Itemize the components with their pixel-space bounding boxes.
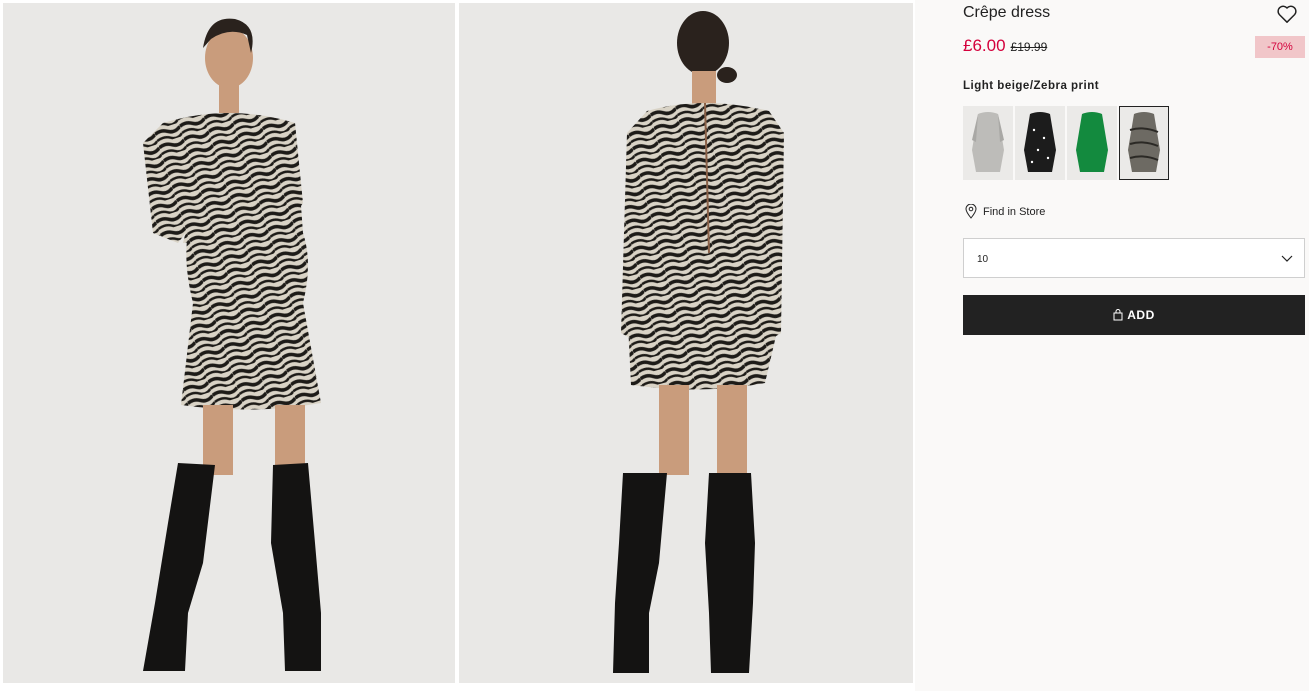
location-pin-icon	[965, 204, 977, 219]
sale-price: £6.00	[963, 36, 1006, 55]
selected-size: 10	[977, 254, 989, 265]
add-button-label: ADD	[1127, 308, 1155, 322]
size-dropdown[interactable]: 10	[963, 238, 1305, 278]
original-price: £19.99	[1010, 40, 1048, 54]
swatch-zebra-print[interactable]	[1119, 106, 1169, 180]
color-swatches	[963, 106, 1169, 180]
product-title: Crêpe dress	[963, 4, 1051, 21]
chevron-down-icon	[1281, 255, 1293, 262]
swatch-green[interactable]	[1067, 106, 1117, 180]
bag-icon	[1113, 309, 1123, 321]
color-name: Light beige/Zebra print	[963, 80, 1100, 92]
swatch-black-dot[interactable]	[1015, 106, 1065, 180]
swatch-light-grey-print[interactable]	[963, 106, 1013, 180]
product-image-back[interactable]	[459, 3, 913, 683]
heart-icon[interactable]	[1276, 4, 1298, 24]
discount-badge: -70%	[1255, 36, 1305, 58]
product-info-panel: Crêpe dress £6.00 £19.99 -70% Light beig…	[963, 0, 1305, 691]
find-in-store-label: Find in Store	[983, 205, 1046, 218]
add-to-bag-button[interactable]: ADD	[963, 295, 1305, 335]
find-in-store-link[interactable]: Find in Store	[965, 204, 1045, 219]
price-row: £6.00 £19.99	[963, 36, 1047, 58]
product-gallery	[0, 0, 915, 691]
product-image-front[interactable]	[3, 3, 455, 683]
